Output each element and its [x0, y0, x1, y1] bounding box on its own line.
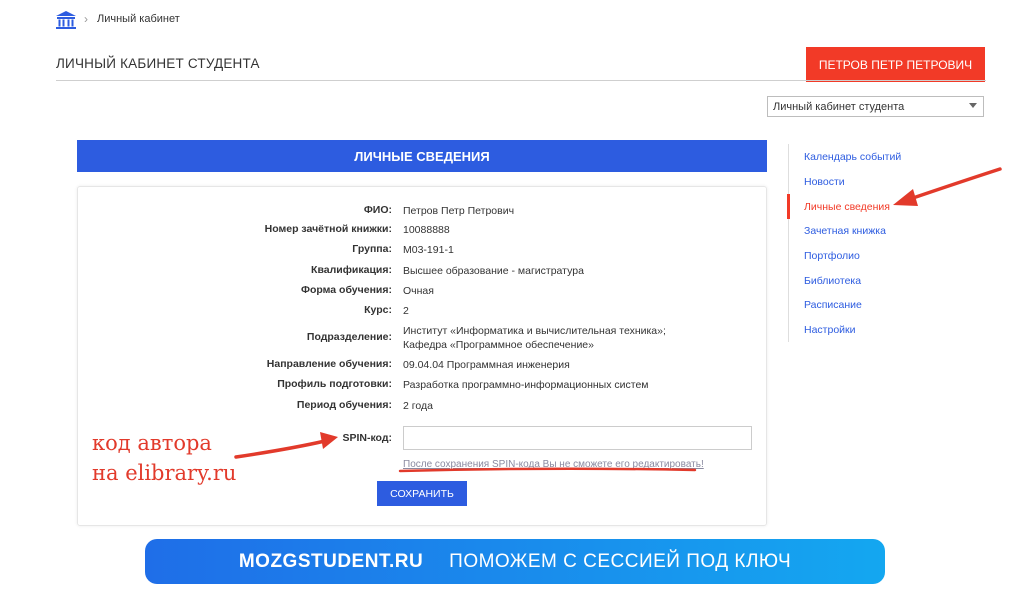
sidebar-divider — [788, 144, 789, 342]
spin-warning-note: После сохранения SPIN-кода Вы не сможете… — [403, 459, 704, 470]
field-label-group: Группа: — [352, 243, 392, 255]
field-value-qualification: Высшее образование - магистратура — [403, 265, 584, 277]
field-value-direction: 09.04.04 Программная инженерия — [403, 359, 570, 371]
sidebar-item-library[interactable]: Библиотека — [804, 275, 861, 287]
field-label-direction: Направление обучения: — [266, 358, 392, 370]
annotation-arrow-to-sidebar — [908, 167, 1002, 201]
sidebar-item-news[interactable]: Новости — [804, 176, 845, 188]
header-divider — [56, 80, 986, 81]
field-label-period: Период обучения: — [296, 399, 392, 411]
sidebar-item-settings[interactable]: Настройки — [804, 324, 856, 336]
sidebar-item-schedule[interactable]: Расписание — [804, 299, 862, 311]
field-label-department: Подразделение: — [306, 331, 392, 343]
annotation-line-1: код автора — [92, 431, 212, 455]
chevron-down-icon — [969, 103, 977, 108]
sidebar-active-marker — [787, 194, 790, 219]
annotation-line-2: на elibrary.ru — [92, 461, 237, 485]
field-value-course: 2 — [403, 305, 409, 317]
field-value-department: Институт «Информатика и вычислительная т… — [403, 325, 666, 351]
field-value-study-form: Очная — [403, 285, 434, 297]
banner-brand: MOZGSTUDENT.RU — [238, 550, 424, 572]
user-name-button[interactable]: ПЕТРОВ ПЕТР ПЕТРОВИЧ — [806, 47, 985, 82]
field-label-fio: ФИО: — [363, 204, 392, 216]
field-value-fio: Петров Петр Петрович — [403, 205, 515, 217]
field-value-period: 2 года — [403, 400, 433, 412]
cabinet-select-value: Личный кабинет студента — [773, 101, 905, 113]
save-button[interactable]: СОХРАНИТЬ — [377, 481, 467, 506]
sidebar-item-calendar[interactable]: Календарь событий — [804, 151, 901, 163]
field-value-record-book: 10088888 — [403, 224, 450, 236]
page-title: ЛИЧНЫЙ КАБИНЕТ СТУДЕНТА — [56, 56, 260, 71]
home-icon[interactable] — [55, 10, 77, 30]
banner-slogan: ПОМОЖЕМ С СЕССИЕЙ ПОД КЛЮЧ — [449, 550, 792, 572]
section-header: ЛИЧНЫЕ СВЕДЕНИЯ — [77, 140, 767, 172]
field-label-profile: Профиль подготовки: — [277, 378, 392, 390]
field-label-qualification: Квалификация: — [311, 264, 392, 276]
annotation-arrowhead-sidebar — [893, 189, 918, 206]
sidebar-item-portfolio[interactable]: Портфолио — [804, 250, 860, 262]
annotation-text: код автора на elibrary.ru — [92, 428, 236, 488]
field-label-record-book: Номер зачётной книжки: — [264, 223, 392, 235]
field-value-group: М03-191-1 — [403, 244, 454, 256]
field-label-course: Курс: — [364, 304, 392, 316]
sidebar-item-personal-info[interactable]: Личные сведения — [804, 201, 890, 213]
breadcrumb-separator: › — [84, 12, 88, 26]
promo-banner[interactable]: MOZGSTUDENT.RU ПОМОЖЕМ С СЕССИЕЙ ПОД КЛЮ… — [145, 539, 885, 584]
field-value-profile: Разработка программно-информационных сис… — [403, 379, 649, 391]
spin-input[interactable] — [403, 426, 752, 450]
cabinet-select[interactable]: Личный кабинет студента — [767, 96, 984, 117]
spin-label: SPIN-код: — [342, 432, 392, 444]
field-label-study-form: Форма обучения: — [301, 284, 392, 296]
breadcrumb-current: Личный кабинет — [97, 13, 180, 25]
sidebar-item-record-book[interactable]: Зачетная книжка — [804, 225, 886, 237]
